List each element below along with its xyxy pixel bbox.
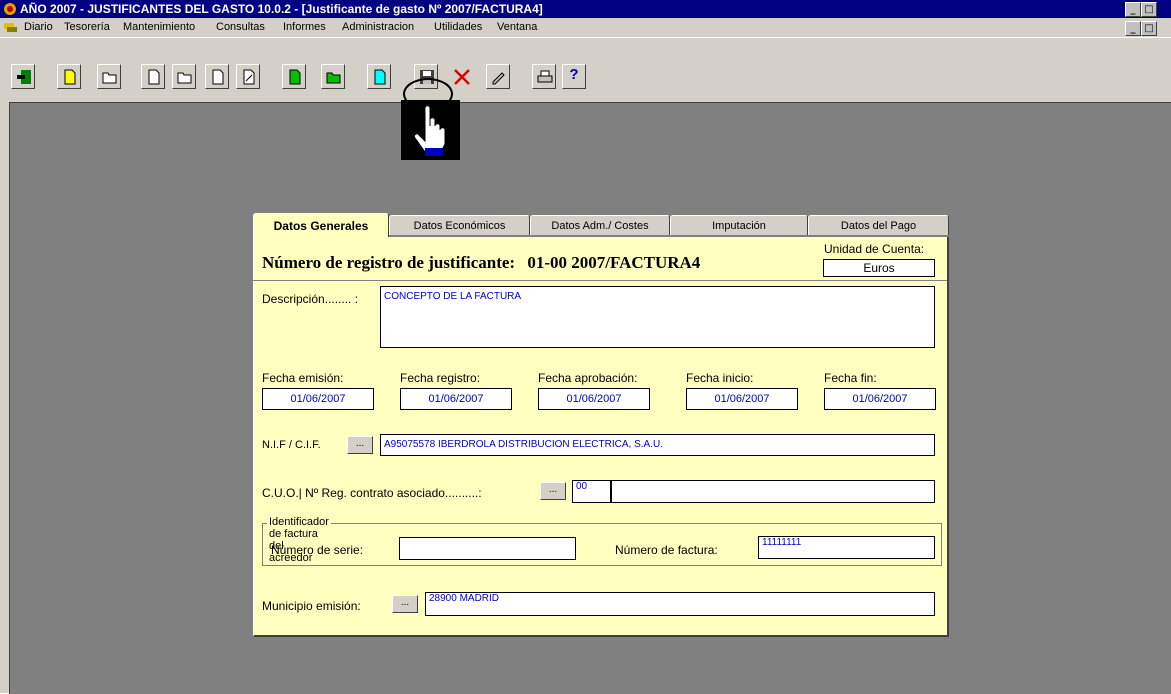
edit-button[interactable] [486, 64, 510, 89]
new-button[interactable] [57, 64, 81, 89]
fecha-emision-label: Fecha emisión: [262, 371, 344, 385]
unidad-label: Unidad de Cuenta: [824, 242, 925, 256]
open-blank-button[interactable] [172, 64, 196, 89]
open-folder-icon [177, 72, 192, 84]
print-button[interactable] [532, 64, 556, 89]
tab-strip: Datos Generales Datos Económicos Datos A… [253, 213, 949, 237]
factura-label: Número de factura: [615, 543, 718, 557]
minimize-button[interactable]: _ [1125, 2, 1141, 17]
app-icon [4, 3, 16, 15]
header-divider [253, 280, 947, 281]
open-button[interactable] [97, 64, 121, 89]
new-green-document-icon [289, 69, 301, 85]
fecha-aprobacion-field[interactable]: 01/06/2007 [538, 388, 650, 410]
tab-datos-adm-costes[interactable]: Datos Adm./ Costes [530, 215, 670, 235]
new-cyan-document-icon [374, 69, 386, 85]
menu-consultas[interactable]: Consultas [216, 18, 265, 37]
nif-field[interactable]: A95075578 IBERDROLA DISTRIBUCION ELECTRI… [380, 434, 935, 456]
delete-icon [454, 69, 470, 85]
registro-heading: Número de registro de justificante: 01-0… [262, 253, 700, 273]
menu-utilidades[interactable]: Utilidades [434, 18, 482, 37]
exit-button[interactable] [11, 64, 35, 89]
factura-field[interactable]: 11111111 [758, 536, 935, 559]
edit-document-button[interactable] [236, 64, 260, 89]
document-window-icon [4, 23, 17, 32]
registro-label: Número de registro de justificante: [262, 253, 516, 272]
registro-value: 01-00 2007/FACTURA4 [527, 253, 701, 272]
document-icon [212, 69, 224, 85]
fecha-registro-field[interactable]: 01/06/2007 [400, 388, 512, 410]
cuo-lookup-button[interactable]: ... [540, 482, 566, 500]
menu-informes[interactable]: Informes [283, 18, 326, 37]
child-restore-button[interactable]: □ [1141, 21, 1157, 36]
open-folder-icon [102, 72, 117, 84]
title-bar: AÑO 2007 - JUSTIFICANTES DEL GASTO 10.0.… [0, 0, 1171, 18]
tab-datos-economicos[interactable]: Datos Económicos [389, 215, 530, 235]
unidad-field[interactable]: Euros [823, 259, 935, 277]
menu-diario[interactable]: Diario [24, 18, 53, 37]
edit-icon [492, 72, 505, 85]
help-icon: ? [569, 66, 579, 83]
descripcion-label: Descripción........ : [262, 292, 359, 306]
menu-ventana[interactable]: Ventana [497, 18, 537, 37]
fecha-registro-label: Fecha registro: [400, 371, 481, 385]
delete-button[interactable] [452, 67, 472, 92]
cuo-label: C.U.O.| Nº Reg. contrato asociado.......… [262, 486, 482, 500]
tab-datos-generales[interactable]: Datos Generales [253, 213, 389, 237]
menu-bar: Diario Tesorería Mantenimiento Consultas… [0, 18, 1171, 37]
left-strip [0, 102, 9, 693]
print-icon [537, 70, 553, 83]
fecha-aprobacion-label: Fecha aprobación: [538, 371, 638, 385]
hand-cursor-overlay [401, 100, 460, 160]
open-green-button[interactable] [321, 64, 345, 89]
new-green-button[interactable] [282, 64, 306, 89]
menu-administracion[interactable]: Administracion [342, 18, 414, 37]
menu-mantenimiento[interactable]: Mantenimiento [123, 18, 195, 37]
serie-label: Número de serie: [271, 543, 364, 557]
new-cyan-button[interactable] [367, 64, 391, 89]
fecha-fin-label: Fecha fin: [824, 371, 877, 385]
menu-tesoreria[interactable]: Tesorería [64, 18, 110, 37]
cuo-value-field[interactable] [611, 480, 935, 503]
edit-document-icon [243, 69, 255, 85]
municipio-field[interactable]: 28900 MADRID [425, 592, 935, 616]
new-document-icon [64, 69, 76, 85]
toolbar [0, 37, 1171, 64]
new-document-icon [148, 69, 160, 85]
tab-imputacion[interactable]: Imputación [670, 215, 808, 235]
cuo-code-field[interactable]: 00 [572, 480, 611, 503]
maximize-button[interactable]: □ [1141, 2, 1157, 17]
descripcion-field[interactable]: CONCEPTO DE LA FACTURA [380, 286, 935, 348]
document-button[interactable] [205, 64, 229, 89]
fecha-fin-field[interactable]: 01/06/2007 [824, 388, 936, 410]
window-title: AÑO 2007 - JUSTIFICANTES DEL GASTO 10.0.… [20, 2, 543, 16]
municipio-label: Municipio emisión: [262, 599, 361, 613]
fecha-inicio-label: Fecha inicio: [686, 371, 754, 385]
help-button[interactable]: ? [562, 64, 586, 89]
serie-field[interactable] [399, 537, 576, 560]
fecha-emision-field[interactable]: 01/06/2007 [262, 388, 374, 410]
fecha-inicio-field[interactable]: 01/06/2007 [686, 388, 798, 410]
child-minimize-button[interactable]: _ [1125, 21, 1141, 36]
tab-datos-del-pago[interactable]: Datos del Pago [808, 215, 949, 235]
open-green-folder-icon [326, 72, 341, 84]
municipio-lookup-button[interactable]: ... [392, 595, 418, 613]
nif-lookup-button[interactable]: ... [347, 436, 373, 454]
exit-icon [17, 70, 31, 84]
nif-label: N.I.F / C.I.F. [262, 439, 321, 451]
new-blank-button[interactable] [141, 64, 165, 89]
